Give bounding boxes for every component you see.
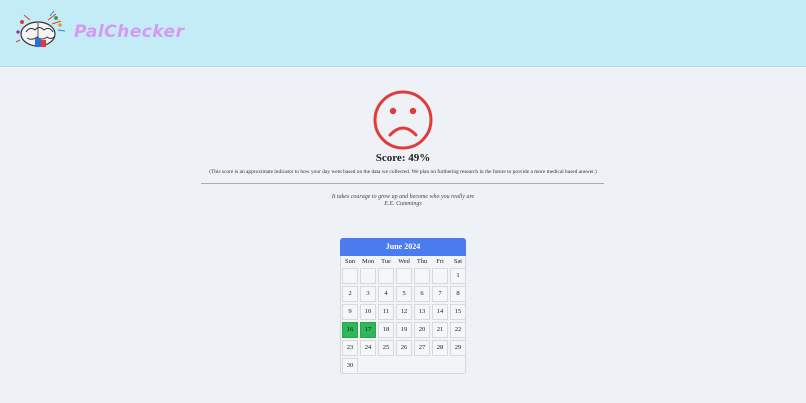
calendar-day-9[interactable]: 9 <box>342 304 358 320</box>
calendar-empty-cell <box>342 268 358 284</box>
quote-author: E.E. Cummings <box>384 201 422 207</box>
calendar-empty-cell <box>432 268 448 284</box>
calendar-weekday-row: Sun Mon Tue Wed Thu Fri Sat <box>341 258 465 268</box>
calendar-day-13[interactable]: 13 <box>414 304 430 320</box>
calendar-day-23[interactable]: 23 <box>342 340 358 356</box>
calendar-day-27[interactable]: 27 <box>414 340 430 356</box>
calendar-day-20[interactable]: 20 <box>414 322 430 338</box>
calendar-day-25[interactable]: 25 <box>378 340 394 356</box>
calendar-day-29[interactable]: 29 <box>450 340 466 356</box>
calendar-day-11[interactable]: 11 <box>378 304 394 320</box>
calendar-month-title: June 2024 <box>340 238 466 256</box>
calendar-day-17[interactable]: 17 <box>360 322 376 338</box>
calendar-day-26[interactable]: 26 <box>396 340 412 356</box>
weekday-label: Tue <box>381 258 391 265</box>
calendar-day-14[interactable]: 14 <box>432 304 448 320</box>
calendar-day-10[interactable]: 10 <box>360 304 376 320</box>
calendar-day-6[interactable]: 6 <box>414 286 430 302</box>
calendar-day-18[interactable]: 18 <box>378 322 394 338</box>
app-header: PalChecker <box>0 0 806 67</box>
quote-text: It takes courage to grow up and become w… <box>331 194 475 200</box>
calendar-day-2[interactable]: 2 <box>342 286 358 302</box>
weekday-label: Fri <box>436 258 444 265</box>
calendar-day-22[interactable]: 22 <box>450 322 466 338</box>
divider <box>201 183 604 184</box>
brand-name[interactable]: PalChecker <box>74 22 184 42</box>
calendar-empty-cell <box>378 268 394 284</box>
calendar-day-28[interactable]: 28 <box>432 340 448 356</box>
calendar-day-5[interactable]: 5 <box>396 286 412 302</box>
calendar-day-12[interactable]: 12 <box>396 304 412 320</box>
calendar-day-15[interactable]: 15 <box>450 304 466 320</box>
colorful-brain-logo[interactable] <box>12 8 70 54</box>
weekday-label: Sat <box>453 258 463 265</box>
weekday-label: Wed <box>398 258 410 265</box>
calendar-day-8[interactable]: 8 <box>450 286 466 302</box>
calendar-day-30[interactable]: 30 <box>342 358 358 374</box>
calendar-day-3[interactable]: 3 <box>360 286 376 302</box>
weekday-label: Sun <box>345 258 355 265</box>
calendar-day-1[interactable]: 1 <box>450 268 466 284</box>
calendar-empty-cell <box>360 268 376 284</box>
calendar-empty-cell <box>396 268 412 284</box>
calendar-day-4[interactable]: 4 <box>378 286 394 302</box>
calendar-day-16[interactable]: 16 <box>342 322 358 338</box>
score-label: Score: 49% <box>375 152 431 164</box>
calendar: June 2024 Sun Mon Tue Wed Thu Fri Sat 12345678… <box>340 238 466 374</box>
sad-face-icon <box>373 90 433 150</box>
calendar-day-7[interactable]: 7 <box>432 286 448 302</box>
calendar-day-19[interactable]: 19 <box>396 322 412 338</box>
score-disclaimer: (This score is an approximate indicator … <box>209 169 597 175</box>
calendar-day-21[interactable]: 21 <box>432 322 448 338</box>
calendar-day-24[interactable]: 24 <box>360 340 376 356</box>
weekday-label: Thu <box>416 258 428 265</box>
calendar-empty-cell <box>414 268 430 284</box>
weekday-label: Mon <box>361 258 375 265</box>
